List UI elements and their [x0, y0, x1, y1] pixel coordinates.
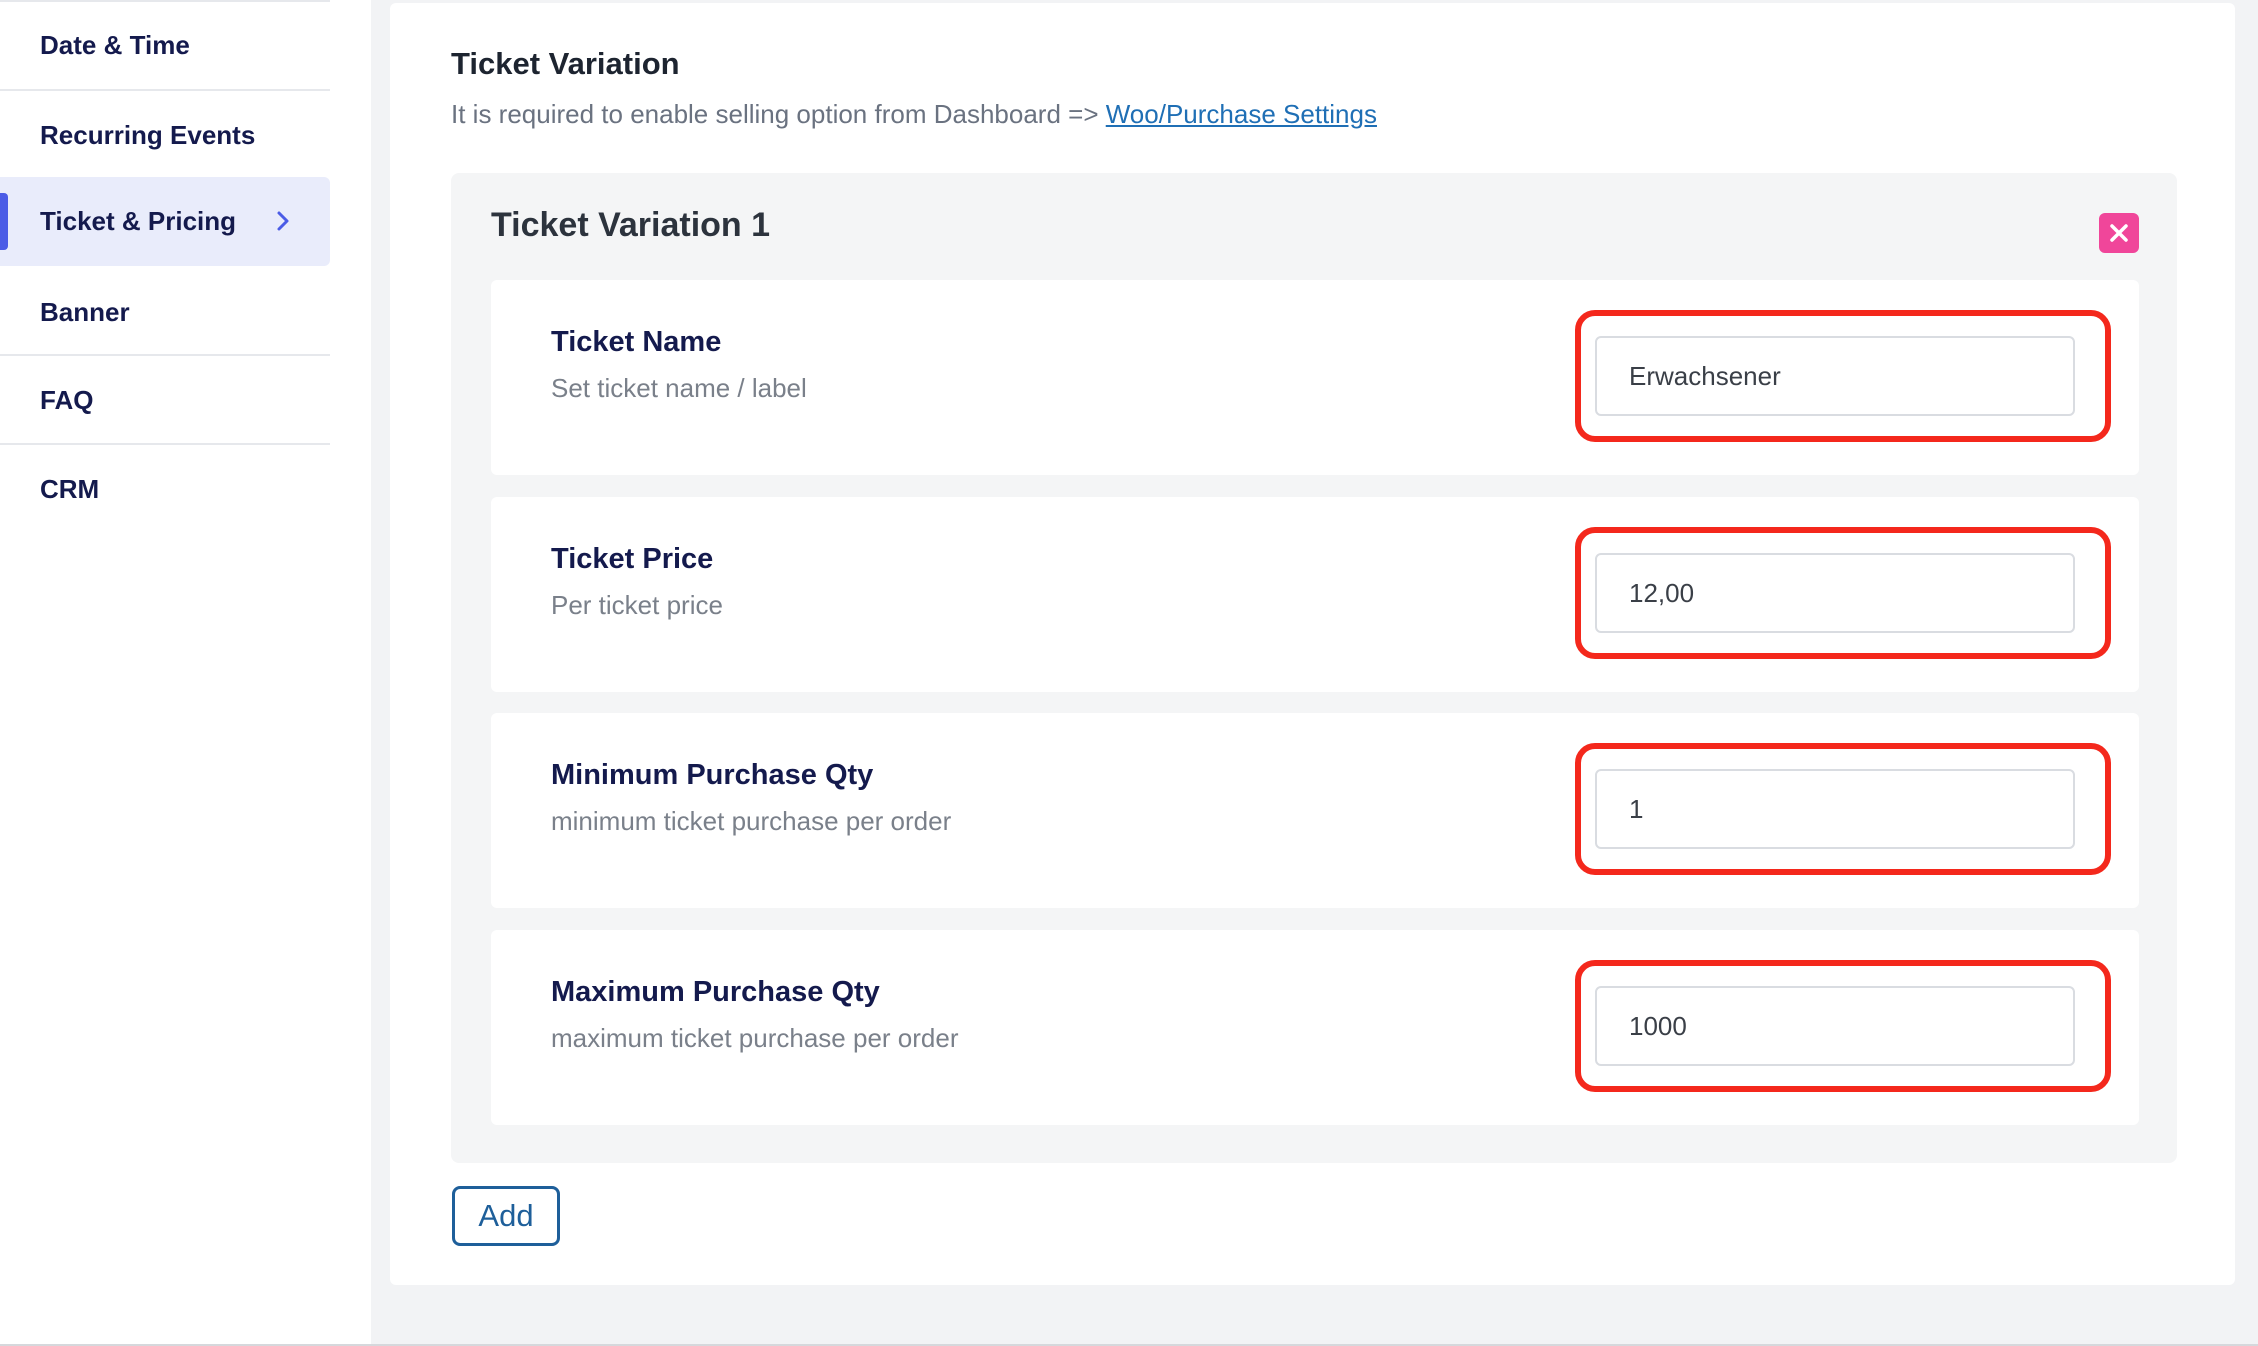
field-description: maximum ticket purchase per order [551, 1023, 959, 1053]
woo-purchase-settings-link[interactable]: Woo/Purchase Settings [1106, 99, 1377, 129]
chevron-right-icon [277, 211, 289, 231]
field-label: Maximum Purchase Qty [551, 976, 880, 1008]
field-label: Ticket Price [551, 543, 714, 575]
field-label: Minimum Purchase Qty [551, 759, 874, 791]
sidebar-item-label: Banner [40, 297, 130, 327]
sidebar-item-label: CRM [40, 474, 100, 504]
sidebar-item-label: Recurring Events [40, 120, 256, 150]
sidebar-item-ticket-pricing[interactable]: Ticket & Pricing [0, 177, 330, 266]
sidebar-item-crm[interactable]: CRM [0, 445, 330, 534]
sidebar-item-label: FAQ [40, 385, 94, 415]
section-title: Ticket Variation [451, 46, 680, 81]
field-description: Set ticket name / label [551, 373, 807, 403]
sidebar-item-banner[interactable]: Banner [0, 268, 330, 357]
max-purchase-qty-row: Maximum Purchase Qty maximum ticket purc… [491, 930, 2139, 1125]
ticket-price-input[interactable] [1595, 553, 2075, 633]
field-description: minimum ticket purchase per order [551, 806, 952, 836]
close-icon [2110, 224, 2128, 242]
sidebar-item-faq[interactable]: FAQ [0, 356, 330, 445]
sidebar: Date & Time Recurring Events Ticket & Pr… [0, 0, 371, 1346]
ticket-name-input[interactable] [1595, 336, 2075, 416]
max-purchase-qty-input[interactable] [1595, 986, 2075, 1066]
section-note: It is required to enable selling option … [451, 99, 1377, 130]
field-label: Ticket Name [551, 326, 722, 358]
sidebar-item-label: Ticket & Pricing [40, 206, 237, 236]
sidebar-item-label: Date & Time [40, 30, 190, 60]
min-purchase-qty-input[interactable] [1595, 769, 2075, 849]
min-purchase-qty-row: Minimum Purchase Qty minimum ticket purc… [491, 713, 2139, 908]
sidebar-item-recurring-events[interactable]: Recurring Events [0, 91, 330, 180]
ticket-price-row: Ticket Price Per ticket price [491, 497, 2139, 692]
sidebar-item-date-time[interactable]: Date & Time [0, 1, 330, 90]
variation-title: Ticket Variation 1 [491, 206, 771, 244]
add-variation-button[interactable]: Add [452, 1186, 560, 1246]
ticket-name-row: Ticket Name Set ticket name / label [491, 280, 2139, 475]
field-description: Per ticket price [551, 590, 723, 620]
section-note-text: It is required to enable selling option … [451, 99, 1106, 129]
remove-variation-button[interactable] [2099, 213, 2139, 253]
